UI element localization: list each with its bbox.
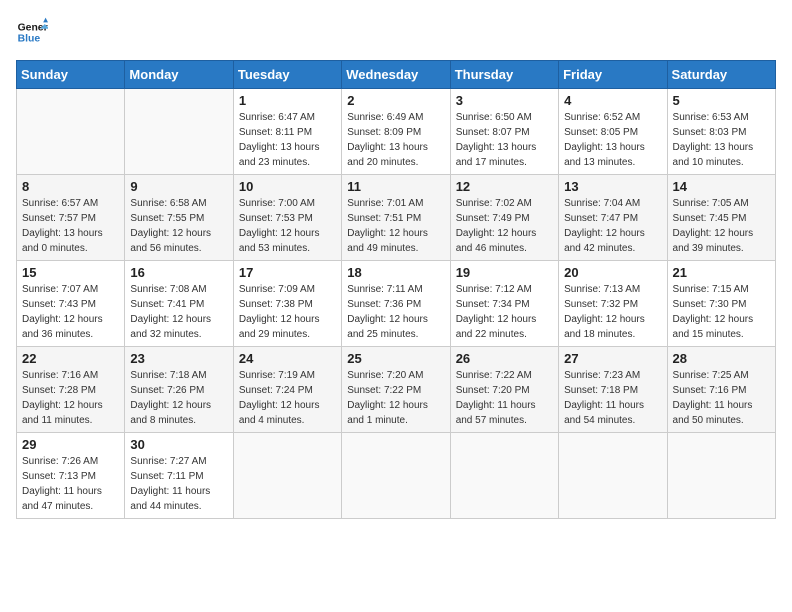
calendar-day-23: 23Sunrise: 7:18 AMSunset: 7:26 PMDayligh… bbox=[125, 347, 233, 433]
calendar-day-10: 10Sunrise: 7:00 AMSunset: 7:53 PMDayligh… bbox=[233, 175, 341, 261]
calendar-day-2: 2Sunrise: 6:49 AMSunset: 8:09 PMDaylight… bbox=[342, 89, 450, 175]
calendar-day-21: 21Sunrise: 7:15 AMSunset: 7:30 PMDayligh… bbox=[667, 261, 775, 347]
calendar-day-22: 22Sunrise: 7:16 AMSunset: 7:28 PMDayligh… bbox=[17, 347, 125, 433]
calendar-week-1: 1Sunrise: 6:47 AMSunset: 8:11 PMDaylight… bbox=[17, 89, 776, 175]
calendar-day-19: 19Sunrise: 7:12 AMSunset: 7:34 PMDayligh… bbox=[450, 261, 558, 347]
svg-text:Blue: Blue bbox=[18, 34, 41, 45]
calendar-day-12: 12Sunrise: 7:02 AMSunset: 7:49 PMDayligh… bbox=[450, 175, 558, 261]
calendar-day-16: 16Sunrise: 7:08 AMSunset: 7:41 PMDayligh… bbox=[125, 261, 233, 347]
calendar-week-5: 29Sunrise: 7:26 AMSunset: 7:13 PMDayligh… bbox=[17, 433, 776, 519]
col-header-tuesday: Tuesday bbox=[233, 61, 341, 89]
calendar-table: SundayMondayTuesdayWednesdayThursdayFrid… bbox=[16, 60, 776, 519]
calendar-day-20: 20Sunrise: 7:13 AMSunset: 7:32 PMDayligh… bbox=[559, 261, 667, 347]
calendar-day-8: 8Sunrise: 6:57 AMSunset: 7:57 PMDaylight… bbox=[17, 175, 125, 261]
calendar-day-14: 14Sunrise: 7:05 AMSunset: 7:45 PMDayligh… bbox=[667, 175, 775, 261]
col-header-wednesday: Wednesday bbox=[342, 61, 450, 89]
empty-cell bbox=[233, 433, 341, 519]
calendar-week-2: 8Sunrise: 6:57 AMSunset: 7:57 PMDaylight… bbox=[17, 175, 776, 261]
col-header-friday: Friday bbox=[559, 61, 667, 89]
empty-cell bbox=[450, 433, 558, 519]
calendar-day-3: 3Sunrise: 6:50 AMSunset: 8:07 PMDaylight… bbox=[450, 89, 558, 175]
empty-cell bbox=[125, 89, 233, 175]
empty-cell bbox=[559, 433, 667, 519]
calendar-day-30: 30Sunrise: 7:27 AMSunset: 7:11 PMDayligh… bbox=[125, 433, 233, 519]
calendar-day-26: 26Sunrise: 7:22 AMSunset: 7:20 PMDayligh… bbox=[450, 347, 558, 433]
calendar-day-25: 25Sunrise: 7:20 AMSunset: 7:22 PMDayligh… bbox=[342, 347, 450, 433]
calendar-day-24: 24Sunrise: 7:19 AMSunset: 7:24 PMDayligh… bbox=[233, 347, 341, 433]
empty-cell bbox=[17, 89, 125, 175]
calendar-day-4: 4Sunrise: 6:52 AMSunset: 8:05 PMDaylight… bbox=[559, 89, 667, 175]
calendar-day-1: 1Sunrise: 6:47 AMSunset: 8:11 PMDaylight… bbox=[233, 89, 341, 175]
empty-cell bbox=[342, 433, 450, 519]
calendar-day-17: 17Sunrise: 7:09 AMSunset: 7:38 PMDayligh… bbox=[233, 261, 341, 347]
col-header-thursday: Thursday bbox=[450, 61, 558, 89]
calendar-day-27: 27Sunrise: 7:23 AMSunset: 7:18 PMDayligh… bbox=[559, 347, 667, 433]
col-header-sunday: Sunday bbox=[17, 61, 125, 89]
calendar-day-18: 18Sunrise: 7:11 AMSunset: 7:36 PMDayligh… bbox=[342, 261, 450, 347]
calendar-day-29: 29Sunrise: 7:26 AMSunset: 7:13 PMDayligh… bbox=[17, 433, 125, 519]
col-header-monday: Monday bbox=[125, 61, 233, 89]
logo: General Blue bbox=[16, 16, 48, 48]
calendar-week-3: 15Sunrise: 7:07 AMSunset: 7:43 PMDayligh… bbox=[17, 261, 776, 347]
calendar-day-11: 11Sunrise: 7:01 AMSunset: 7:51 PMDayligh… bbox=[342, 175, 450, 261]
calendar-day-28: 28Sunrise: 7:25 AMSunset: 7:16 PMDayligh… bbox=[667, 347, 775, 433]
page-header: General Blue bbox=[16, 16, 776, 48]
calendar-day-9: 9Sunrise: 6:58 AMSunset: 7:55 PMDaylight… bbox=[125, 175, 233, 261]
empty-cell bbox=[667, 433, 775, 519]
calendar-week-4: 22Sunrise: 7:16 AMSunset: 7:28 PMDayligh… bbox=[17, 347, 776, 433]
calendar-day-15: 15Sunrise: 7:07 AMSunset: 7:43 PMDayligh… bbox=[17, 261, 125, 347]
calendar-day-13: 13Sunrise: 7:04 AMSunset: 7:47 PMDayligh… bbox=[559, 175, 667, 261]
col-header-saturday: Saturday bbox=[667, 61, 775, 89]
calendar-day-5: 5Sunrise: 6:53 AMSunset: 8:03 PMDaylight… bbox=[667, 89, 775, 175]
logo-icon: General Blue bbox=[16, 16, 48, 48]
